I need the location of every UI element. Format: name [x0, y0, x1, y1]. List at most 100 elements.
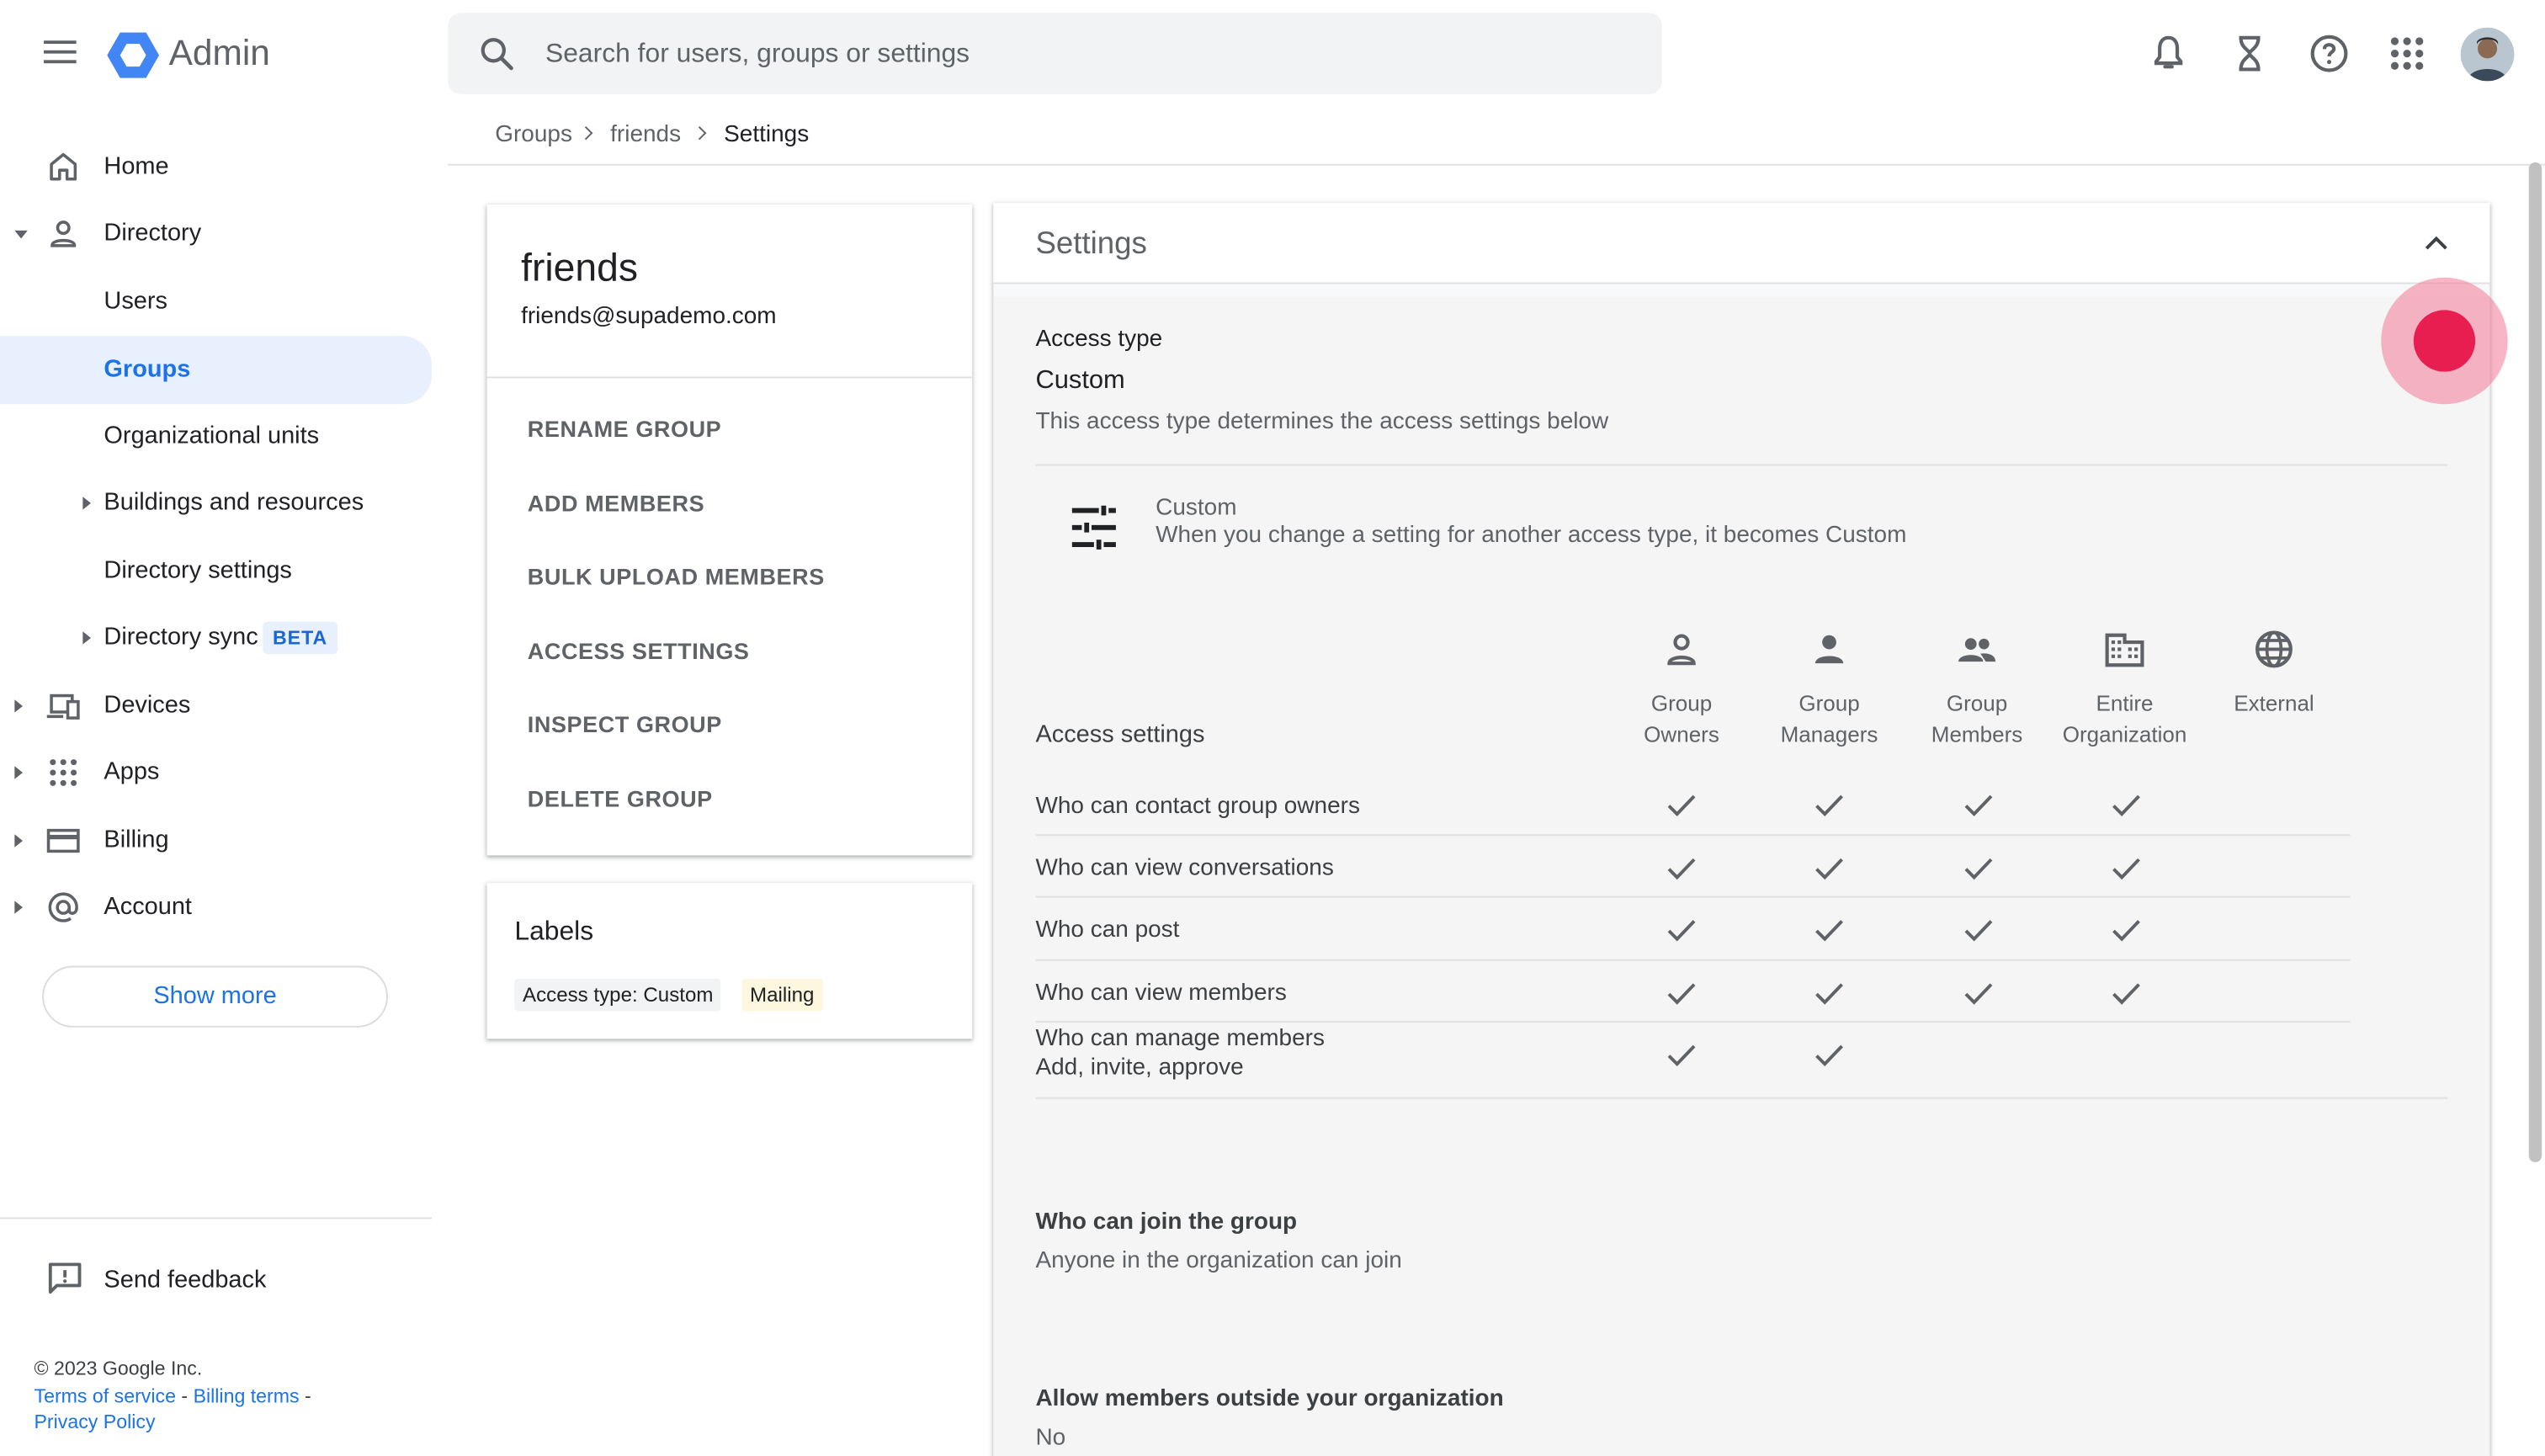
search-bar[interactable] [448, 13, 1662, 94]
sidebar-item-label: Devices [104, 691, 191, 720]
sidebar-item-groups[interactable]: Groups [0, 336, 433, 405]
expand-caret-icon[interactable] [14, 230, 28, 239]
breadcrumb-groups[interactable]: Groups [495, 122, 572, 148]
top-bar: Admin [0, 0, 2545, 107]
check-icon [1667, 920, 1696, 942]
divider [1035, 464, 2448, 466]
chevron-up-icon[interactable] [2421, 232, 2451, 255]
sidebar-item-label: Buildings and resources [104, 488, 364, 517]
globe-icon [2255, 630, 2293, 668]
divider [486, 376, 973, 379]
delete-group-button[interactable]: DELETE GROUP [528, 785, 713, 811]
sidebar-item-label: Groups [104, 355, 191, 384]
check-icon [1667, 794, 1696, 816]
column-header-entire-organization: Entire Organization [2062, 691, 2187, 747]
outside-members-value: No [1035, 1425, 1066, 1452]
expand-caret-icon[interactable] [14, 834, 24, 848]
column-header-group-owners: Group Owners [1644, 691, 1719, 747]
building-icon [2105, 633, 2144, 667]
check-icon [2112, 983, 2140, 1005]
sidebar-item-home[interactable]: Home [0, 138, 432, 196]
home-icon [50, 152, 77, 181]
access-settings-button[interactable]: ACCESS SETTINGS [528, 638, 750, 664]
join-group-title: Who can join the group [1035, 1209, 1298, 1235]
admin-logo-icon [107, 32, 160, 78]
search-input[interactable] [545, 13, 1617, 94]
sidebar-item-label: Directory settings [104, 556, 292, 585]
sidebar-item-label: Home [104, 152, 169, 181]
check-icon [1815, 794, 1843, 816]
hourglass-icon[interactable] [2229, 33, 2271, 75]
settings-title: Settings [1035, 227, 1147, 262]
row-label-contact-owners: Who can contact group owners [1035, 794, 1360, 820]
check-icon [1815, 983, 1843, 1005]
feedback-icon [48, 1262, 82, 1294]
check-icon [1667, 858, 1696, 880]
click-indicator-dot [2413, 310, 2476, 372]
help-icon[interactable] [2308, 33, 2350, 75]
privacy-policy-link[interactable]: Privacy Policy [35, 1411, 156, 1433]
terms-of-service-link[interactable]: Terms of service [35, 1384, 176, 1406]
main-menu-icon[interactable] [39, 35, 81, 73]
check-icon [1964, 920, 1993, 942]
devices-icon [46, 693, 80, 720]
sidebar-item-directory[interactable]: Directory [0, 205, 432, 263]
show-more-button[interactable]: Show more [42, 965, 388, 1028]
sidebar-item-directory-settings[interactable]: Directory settings [0, 542, 432, 600]
send-feedback-label: Send feedback [104, 1266, 267, 1294]
label-chip-mailing: Mailing [741, 978, 823, 1012]
check-icon [1667, 1044, 1696, 1066]
check-icon [1815, 920, 1843, 942]
group-name: friends [521, 247, 639, 291]
sidebar-item-account[interactable]: Account [0, 878, 432, 936]
scrollbar[interactable] [2526, 162, 2545, 1456]
settings-header[interactable]: Settings [993, 203, 2490, 284]
divider [1035, 895, 2351, 898]
row-label-manage-members: Who can manage members [1035, 1025, 1325, 1052]
expand-caret-icon[interactable] [82, 497, 92, 510]
expand-caret-icon[interactable] [14, 901, 24, 914]
column-header-group-managers: Group Managers [1780, 691, 1878, 747]
apps-grid-icon[interactable] [2386, 33, 2428, 75]
rename-group-button[interactable]: RENAME GROUP [528, 416, 721, 442]
access-settings-heading: Access settings [1035, 720, 1205, 749]
group-email: friends@supademo.com [521, 303, 777, 330]
breadcrumb-friends[interactable]: friends [610, 122, 681, 148]
scrollbar-thumb[interactable] [2528, 162, 2542, 1162]
admin-console: Admin Search for users, groups or settin… [0, 0, 2545, 1456]
add-members-button[interactable]: ADD MEMBERS [528, 490, 704, 516]
divider [0, 1217, 433, 1220]
billing-terms-link[interactable]: Billing terms [194, 1384, 300, 1406]
join-group-value: Anyone in the organization can join [1035, 1248, 1402, 1274]
sidebar-item-organizational-units[interactable]: Organizational units [0, 407, 432, 465]
sidebar-item-billing[interactable]: Billing [0, 811, 432, 869]
expand-caret-icon[interactable] [14, 699, 24, 713]
sidebar-item-users[interactable]: Users [0, 273, 432, 331]
send-feedback-button[interactable]: Send feedback [0, 1250, 432, 1308]
sidebar-item-buildings-and-resources[interactable]: Buildings and resources [0, 474, 432, 532]
person-icon [50, 221, 77, 247]
labels-title: Labels [514, 917, 594, 947]
custom-option-title: Custom [1156, 495, 1237, 522]
custom-option-description: When you change a setting for another ac… [1156, 523, 1907, 549]
bulk-upload-members-button[interactable]: BULK UPLOAD MEMBERS [528, 563, 825, 589]
separator: - [175, 1384, 194, 1407]
expand-caret-icon[interactable] [14, 766, 24, 779]
sidebar-item-directory-sync[interactable]: Directory sync BETA [0, 608, 432, 667]
inspect-group-button[interactable]: INSPECT GROUP [528, 711, 722, 737]
breadcrumb: Groups friends Settings [448, 107, 2545, 166]
row-sublabel-manage-members: Add, invite, approve [1035, 1055, 1244, 1081]
divider [1035, 1021, 2351, 1023]
access-type-value: Custom [1035, 366, 1125, 395]
expand-caret-icon[interactable] [82, 631, 92, 645]
user-avatar-icon [2460, 27, 2515, 82]
people-icon [1958, 638, 1995, 662]
access-type-label: Access type [1035, 326, 1163, 353]
check-icon [1964, 983, 1993, 1005]
bell-icon[interactable] [2148, 33, 2190, 75]
sidebar-item-devices[interactable]: Devices [0, 677, 432, 735]
app-title[interactable]: Admin [169, 33, 270, 75]
avatar[interactable] [2460, 27, 2515, 82]
sidebar-item-apps[interactable]: Apps [0, 743, 432, 801]
footer: © 2023 Google Inc. Terms of service - Bi… [35, 1355, 311, 1435]
